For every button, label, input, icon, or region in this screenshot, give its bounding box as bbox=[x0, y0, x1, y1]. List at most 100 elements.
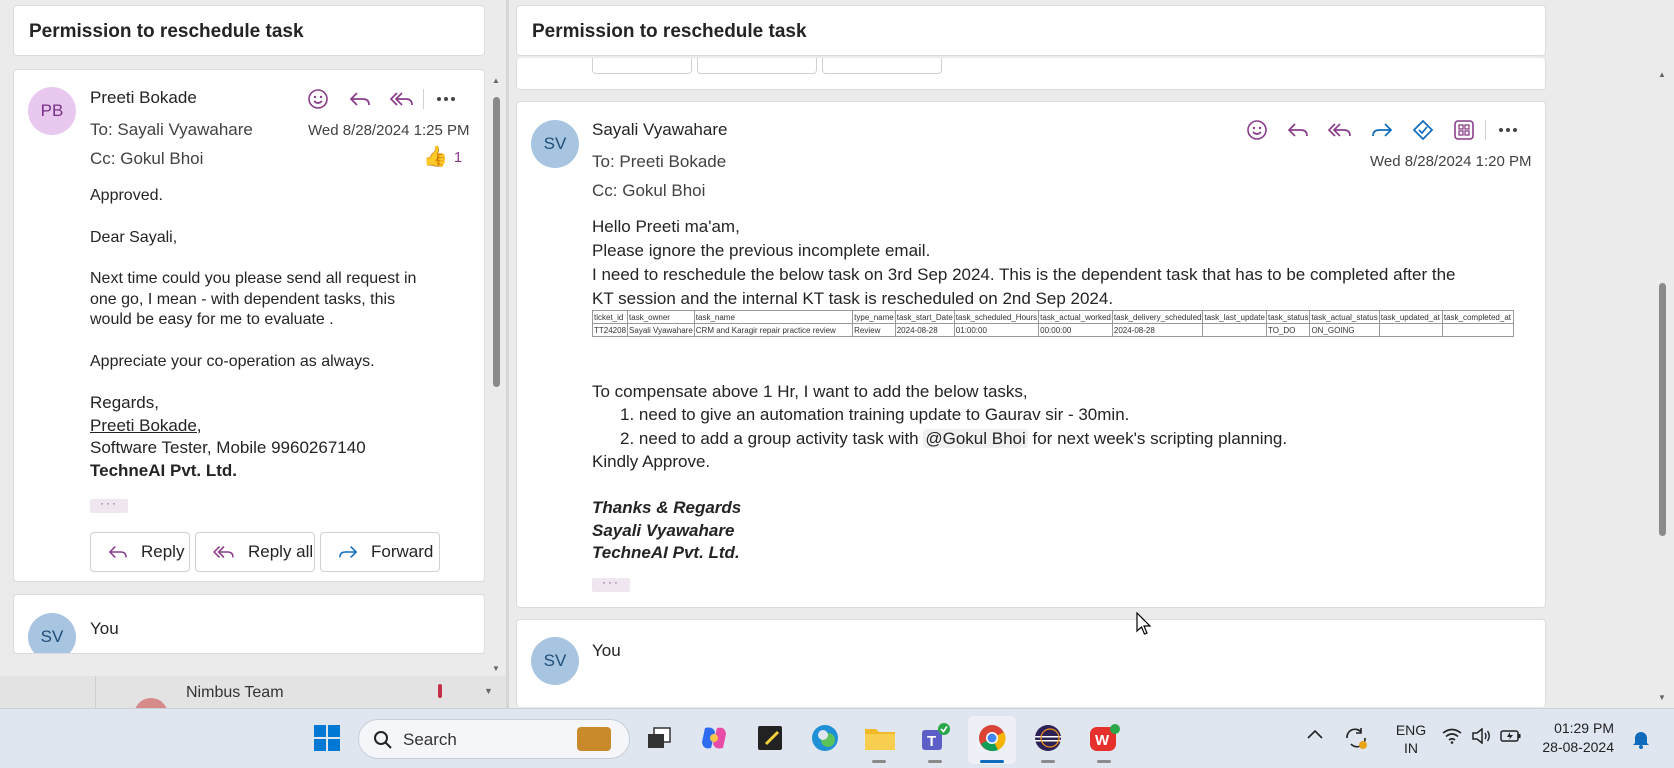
previous-reply-button[interactable] bbox=[592, 58, 692, 74]
reply-icon-button[interactable] bbox=[345, 84, 375, 114]
avatar-initials: SV bbox=[40, 627, 64, 646]
scroll-down-arrow[interactable]: ▼ bbox=[1658, 693, 1666, 702]
right-next-message-card[interactable]: SV You bbox=[516, 619, 1546, 707]
reaction-badge[interactable]: 👍 1 bbox=[423, 147, 462, 167]
forward-button-label: Forward bbox=[371, 542, 434, 561]
pane-divider[interactable] bbox=[506, 0, 509, 708]
clock[interactable]: 01:29 PM 28-08-2024 bbox=[1534, 719, 1614, 757]
chrome-icon bbox=[979, 725, 1006, 752]
to-recipient[interactable]: Sayali Vyawahare bbox=[117, 120, 252, 139]
sender-name: You bbox=[90, 619, 119, 638]
reply-icon bbox=[1287, 123, 1308, 137]
language-code: ENG bbox=[1395, 722, 1427, 738]
previous-forward-button[interactable] bbox=[822, 58, 942, 74]
table-header-cell: task_updated_at bbox=[1378, 310, 1443, 324]
cc-recipient[interactable]: Gokul Bhoi bbox=[622, 181, 705, 200]
clock-time: 01:29 PM bbox=[1554, 720, 1614, 736]
left-next-message-card[interactable]: SV You bbox=[13, 594, 485, 654]
wps-office-button[interactable]: W bbox=[1086, 720, 1122, 756]
reply-all-button[interactable]: Reply all bbox=[195, 532, 315, 572]
sender-name[interactable]: Sayali Vyawahare bbox=[592, 120, 727, 140]
language-indicator[interactable]: ENG IN bbox=[1391, 721, 1431, 757]
eclipse-button[interactable] bbox=[1030, 720, 1066, 756]
sticky-notes-button[interactable] bbox=[752, 720, 788, 756]
taskbar-search-box[interactable]: Search bbox=[358, 719, 630, 759]
to-line: To: Sayali Vyawahare bbox=[90, 120, 253, 140]
message-date: Wed 8/28/2024 1:20 PM bbox=[1370, 153, 1532, 170]
file-explorer-button[interactable] bbox=[862, 720, 898, 756]
scroll-up-arrow[interactable]: ▲ bbox=[1658, 70, 1666, 79]
list-number: 2. bbox=[620, 428, 639, 448]
cc-label: Cc: bbox=[90, 149, 116, 168]
cc-recipient[interactable]: Gokul Bhoi bbox=[120, 149, 203, 168]
sender-name[interactable]: Preeti Bokade bbox=[90, 88, 197, 108]
avatar[interactable]: SV bbox=[531, 120, 579, 168]
eclipse-icon bbox=[1035, 725, 1061, 751]
quick-settings-button[interactable] bbox=[1442, 728, 1522, 744]
table-cell: ON_GOING bbox=[1309, 323, 1380, 337]
show-quoted-text-button[interactable]: ··· bbox=[592, 576, 630, 592]
avatar[interactable]: PB bbox=[28, 87, 76, 135]
teams-button[interactable]: T bbox=[917, 720, 953, 756]
notifications-button[interactable] bbox=[1632, 729, 1650, 749]
region-code: IN bbox=[1404, 740, 1418, 756]
chevron-up-icon bbox=[1307, 729, 1323, 739]
scroll-thumb[interactable] bbox=[1659, 283, 1666, 536]
thumbs-up-icon: 👍 bbox=[423, 146, 448, 168]
start-button[interactable] bbox=[309, 720, 345, 756]
signature: Thanks & Regards Sayali Vyawahare Techne… bbox=[592, 497, 992, 565]
avatar: SV bbox=[28, 613, 76, 653]
sync-status-button[interactable] bbox=[1343, 726, 1369, 750]
copilot-button[interactable] bbox=[696, 720, 732, 756]
body-line: Next time could you please send all requ… bbox=[90, 270, 417, 287]
body-line: KT session and the internal KT task is r… bbox=[592, 289, 1114, 308]
scroll-thumb[interactable] bbox=[493, 97, 500, 387]
reply-all-icon bbox=[213, 546, 234, 558]
table-header-cell: task_delivery_scheduled bbox=[1111, 310, 1204, 324]
emoji-reaction-button[interactable] bbox=[303, 84, 333, 114]
scroll-up-arrow[interactable]: ▲ bbox=[492, 76, 500, 85]
scroll-down-arrow[interactable]: ▼ bbox=[484, 686, 493, 696]
left-subject-header: Permission to reschedule task bbox=[13, 5, 485, 56]
volume-icon bbox=[1472, 728, 1490, 744]
task-view-button[interactable] bbox=[641, 720, 677, 756]
forward-icon bbox=[1372, 123, 1393, 137]
scroll-down-arrow[interactable]: ▼ bbox=[492, 664, 500, 673]
reply-icon-button[interactable] bbox=[1283, 115, 1313, 145]
body-line: Dear Sayali, bbox=[90, 228, 178, 246]
mention-chip[interactable]: @Gokul Bhoi bbox=[923, 428, 1028, 448]
signature-role: Software Tester, Mobile 9960267140 bbox=[90, 438, 366, 457]
reply-all-icon-button[interactable] bbox=[1325, 115, 1355, 145]
message-body: Hello Preeti ma'am, Please ignore the pr… bbox=[592, 215, 1532, 311]
table-header-cell: type_name bbox=[852, 310, 896, 324]
more-actions-button[interactable] bbox=[1493, 115, 1523, 145]
show-hidden-icons-button[interactable] bbox=[1306, 728, 1324, 740]
show-quoted-text-button[interactable]: ··· bbox=[90, 497, 128, 513]
table-cell: TO_DO bbox=[1265, 323, 1311, 337]
reply-all-icon-button[interactable] bbox=[387, 84, 417, 114]
forward-button[interactable]: Forward bbox=[320, 532, 440, 572]
table-row: TT24208 Sayali Vyawahare CRM and Karagir… bbox=[591, 323, 1515, 337]
right-scrollbar[interactable]: ▲ ▼ bbox=[1656, 68, 1670, 708]
forward-icon-button[interactable] bbox=[1367, 115, 1397, 145]
signature-name-link[interactable]: Preeti Bokade, bbox=[90, 415, 470, 438]
reply-button[interactable]: Reply bbox=[90, 532, 190, 572]
table-cell: Sayali Vyawahare bbox=[627, 323, 695, 337]
to-recipient[interactable]: Preeti Bokade bbox=[619, 152, 726, 171]
running-indicator bbox=[928, 760, 942, 763]
edge-button[interactable] bbox=[807, 720, 843, 756]
more-icon bbox=[1499, 128, 1517, 132]
left-scrollbar[interactable]: ▲ ▼ bbox=[490, 74, 504, 678]
more-actions-button[interactable] bbox=[431, 84, 461, 114]
apps-button[interactable] bbox=[1449, 115, 1479, 145]
greeting: Hello Preeti ma'am, bbox=[592, 217, 740, 236]
reply-icon bbox=[108, 546, 127, 558]
apps-grid-icon bbox=[1454, 120, 1474, 140]
preview-item[interactable]: Nimbus Team bbox=[95, 676, 495, 708]
chrome-button[interactable] bbox=[974, 720, 1010, 756]
previous-reply-all-button[interactable] bbox=[697, 58, 817, 74]
table-header-cell: ticket_id bbox=[591, 310, 629, 324]
table-cell: 2024-08-28 bbox=[1111, 323, 1204, 337]
loop-app-button[interactable] bbox=[1408, 115, 1438, 145]
emoji-reaction-button[interactable] bbox=[1242, 115, 1272, 145]
